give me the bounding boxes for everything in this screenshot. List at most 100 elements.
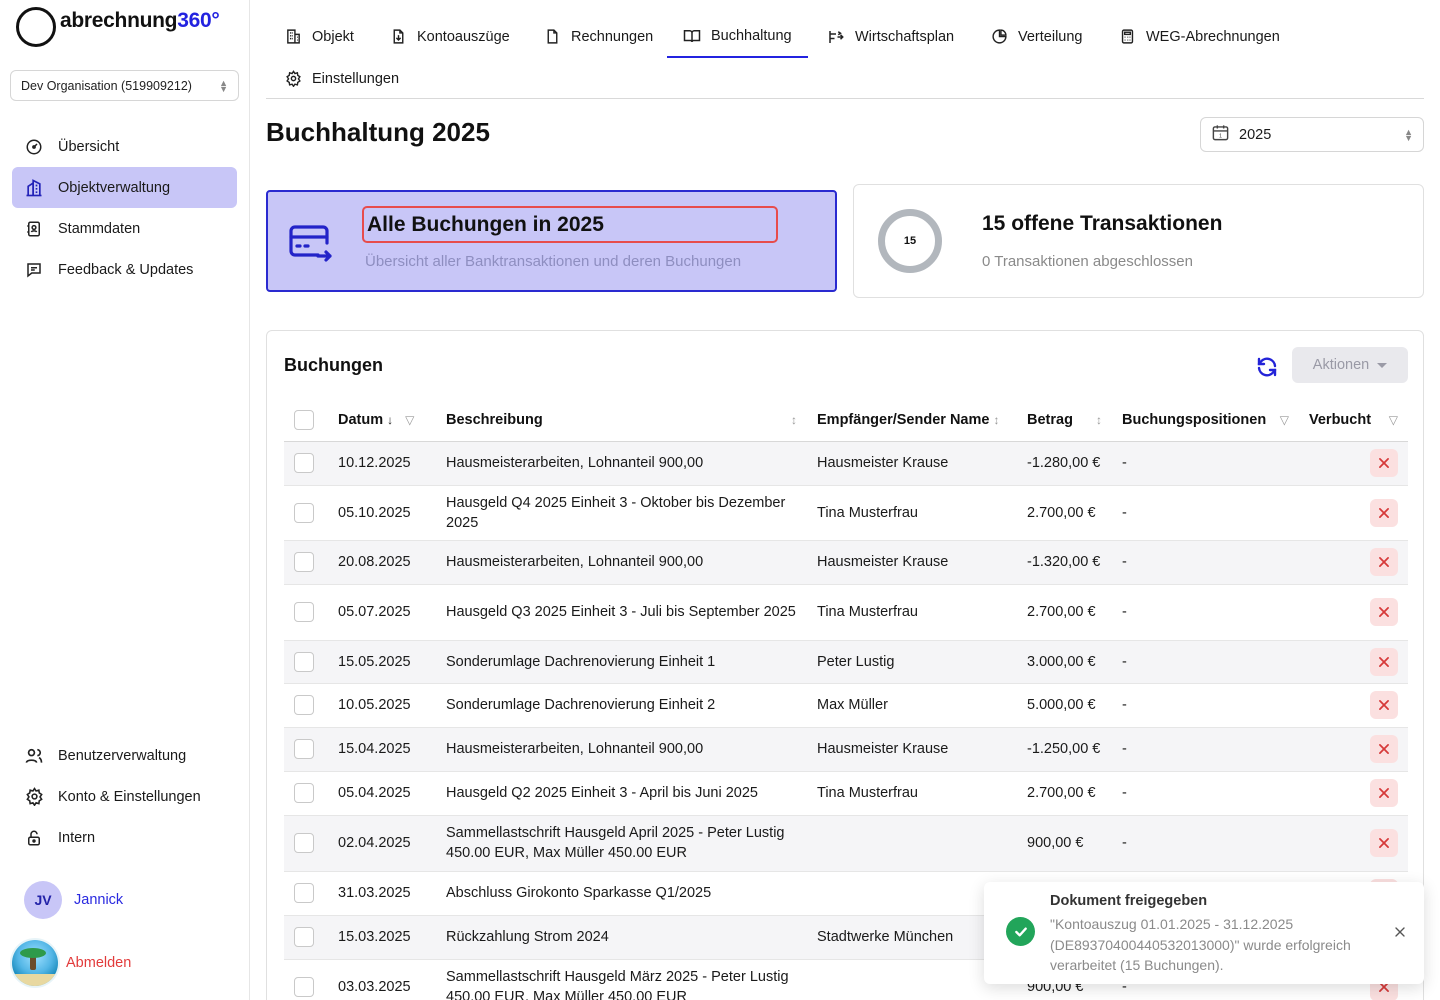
filter-icon[interactable]: ▽ — [1389, 413, 1398, 427]
table-row[interactable]: 15.05.2025 Sonderumlage Dachrenovierung E… — [284, 640, 1408, 684]
row-checkbox[interactable] — [294, 695, 314, 715]
refresh-icon[interactable] — [1255, 355, 1279, 379]
table-row[interactable]: 05.10.2025 Hausgeld Q4 2025 Einheit 3 - O… — [284, 485, 1408, 541]
all-bookings-title: Alle Buchungen in 2025 — [362, 206, 778, 243]
file-import-icon — [389, 28, 407, 46]
row-select-cell — [284, 727, 328, 772]
column-buchungspositionen[interactable]: Buchungspositionen ▽ — [1112, 399, 1299, 442]
table-row[interactable]: 02.04.2025 Sammellastschrift Hausgeld Apr… — [284, 815, 1408, 872]
cell-description: Sonderumlage Dachrenovierung Einheit 2 — [436, 683, 807, 728]
row-checkbox[interactable] — [294, 453, 314, 473]
pie-icon — [990, 28, 1008, 46]
close-icon[interactable] — [1392, 924, 1408, 940]
cell-description: Hausgeld Q2 2025 Einheit 3 - April bis J… — [436, 771, 807, 816]
cell-amount: 2.700,00 € — [1017, 771, 1112, 816]
sort-desc-icon: ↓ — [387, 412, 394, 427]
cell-date: 10.05.2025 — [328, 683, 436, 728]
row-checkbox[interactable] — [294, 651, 314, 672]
row-select-cell — [284, 871, 328, 916]
filter-icon[interactable]: ▽ — [1280, 413, 1289, 427]
cell-party: Tina Musterfrau — [807, 584, 1017, 641]
row-select-cell — [284, 485, 328, 541]
column-verbucht[interactable]: Verbucht ▽ — [1299, 399, 1408, 442]
not-booked-x-icon[interactable] — [1370, 498, 1398, 527]
sidebar-item-konto[interactable]: Konto & Einstellungen — [12, 776, 237, 817]
cell-date: 15.05.2025 — [328, 640, 436, 684]
sidebar-item-label: Stammdaten — [58, 220, 141, 237]
sidebar-item-uebersicht[interactable]: Übersicht — [12, 126, 237, 167]
user-profile[interactable]: JV Jannick — [24, 881, 123, 919]
select-all-checkbox[interactable] — [294, 409, 314, 430]
cell-positions: - — [1112, 683, 1299, 728]
tab-rechnungen[interactable]: Rechnungen — [527, 15, 669, 58]
table-row[interactable]: 05.07.2025 Hausgeld Q3 2025 Einheit 3 - J… — [284, 584, 1408, 641]
cell-party: Max Müller — [807, 683, 1017, 728]
all-bookings-card[interactable]: Alle Buchungen in 2025 Übersicht aller B… — [266, 190, 837, 292]
sidebar-item-intern[interactable]: Intern — [12, 817, 237, 858]
not-booked-x-icon[interactable] — [1370, 829, 1398, 857]
tab-objekt[interactable]: Objekt — [268, 15, 370, 58]
cell-booked — [1299, 815, 1408, 872]
tab-weg-abrechnungen[interactable]: WEG-Abrechnungen — [1102, 15, 1296, 58]
sidebar-nav-main: Übersicht Objektverwaltung Stammdaten Fe… — [12, 126, 237, 290]
progress-ring: 15 — [878, 209, 942, 273]
sidebar-item-benutzerverwaltung[interactable]: Benutzerverwaltung — [12, 735, 237, 776]
table-row[interactable]: 10.05.2025 Sonderumlage Dachrenovierung E… — [284, 683, 1408, 728]
not-booked-x-icon[interactable] — [1370, 449, 1398, 477]
logout-button[interactable]: Abmelden — [12, 940, 131, 986]
column-betrag[interactable]: Betrag ↕ — [1017, 399, 1112, 442]
tab-kontoauszuege[interactable]: Kontoauszüge — [373, 15, 526, 58]
not-booked-x-icon[interactable] — [1370, 548, 1398, 576]
year-select[interactable]: 1 2025 ▲ ▼ — [1200, 117, 1424, 152]
organization-select[interactable]: Dev Organisation (519909212) ▲ ▼ — [10, 70, 239, 101]
row-checkbox[interactable] — [294, 502, 314, 523]
open-transactions-card[interactable]: 15 15 offene Transaktionen 0 Transaktion… — [853, 184, 1424, 298]
all-bookings-subtitle: Übersicht aller Banktransaktionen und de… — [365, 253, 742, 270]
tab-label: Objekt — [312, 28, 354, 45]
tab-wirtschaftsplan[interactable]: Wirtschaftsplan — [811, 15, 970, 58]
column-datum[interactable]: Datum ↓ ▽ — [328, 399, 436, 442]
avatar: JV — [24, 881, 62, 919]
tab-verteilung[interactable]: Verteilung — [974, 15, 1099, 58]
cell-booked — [1299, 485, 1408, 541]
cell-amount: 3.000,00 € — [1017, 640, 1112, 684]
cell-description: Hausgeld Q4 2025 Einheit 3 - Oktober bis… — [436, 485, 807, 541]
column-beschreibung[interactable]: Beschreibung ↕ — [436, 399, 807, 442]
not-booked-x-icon[interactable] — [1370, 647, 1398, 676]
column-empfaenger[interactable]: Empfänger/Sender Name ↕ — [807, 399, 1017, 442]
row-checkbox[interactable] — [294, 739, 314, 759]
row-checkbox[interactable] — [294, 552, 314, 572]
not-booked-x-icon[interactable] — [1370, 779, 1398, 807]
sidebar-item-feedback[interactable]: Feedback & Updates — [12, 249, 237, 290]
beach-island-icon — [12, 940, 58, 986]
tab-einstellungen[interactable]: Einstellungen — [268, 57, 415, 100]
cell-party: Tina Musterfrau — [807, 771, 1017, 816]
row-checkbox[interactable] — [294, 883, 314, 903]
cell-booked — [1299, 683, 1408, 728]
row-checkbox[interactable] — [294, 602, 314, 622]
open-transactions-title: 15 offene Transaktionen — [982, 212, 1223, 235]
row-checkbox[interactable] — [294, 833, 314, 853]
sidebar-item-stammdaten[interactable]: Stammdaten — [12, 208, 237, 249]
brand-logo[interactable]: abrechnung360° — [16, 6, 220, 48]
tab-buchhaltung[interactable]: Buchhaltung — [667, 15, 808, 58]
table-row[interactable]: 05.04.2025 Hausgeld Q2 2025 Einheit 3 - A… — [284, 771, 1408, 816]
table-row[interactable]: 20.08.2025 Hausmeisterarbeiten, Lohnantei… — [284, 540, 1408, 585]
calendar-icon: 1 — [1211, 123, 1230, 146]
table-row[interactable]: 10.12.2025 Hausmeisterarbeiten, Lohnantei… — [284, 441, 1408, 486]
actions-button[interactable]: Aktionen — [1292, 347, 1408, 383]
row-checkbox[interactable] — [294, 977, 314, 997]
address-book-icon — [24, 219, 44, 239]
cell-amount: 5.000,00 € — [1017, 683, 1112, 728]
not-booked-x-icon[interactable] — [1370, 735, 1398, 763]
filter-icon[interactable]: ▽ — [405, 413, 414, 427]
tab-label: Buchhaltung — [711, 27, 792, 44]
table-row[interactable]: 15.04.2025 Hausmeisterarbeiten, Lohnantei… — [284, 727, 1408, 772]
not-booked-x-icon[interactable] — [1370, 598, 1398, 626]
not-booked-x-icon[interactable] — [1370, 691, 1398, 719]
message-icon — [24, 260, 44, 280]
row-checkbox[interactable] — [294, 783, 314, 803]
row-checkbox[interactable] — [294, 927, 314, 947]
sidebar-item-label: Intern — [58, 829, 96, 846]
sidebar-item-objektverwaltung[interactable]: Objektverwaltung — [12, 167, 237, 208]
